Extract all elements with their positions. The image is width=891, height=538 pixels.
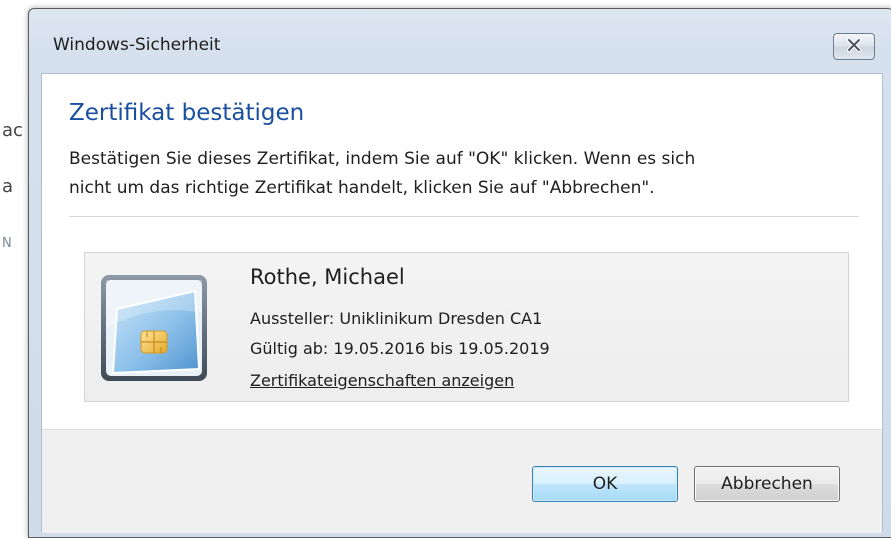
button-bar: OK Abbrechen bbox=[42, 429, 882, 533]
dialog-description: Bestätigen Sie dieses Zertifikat, indem … bbox=[69, 145, 859, 203]
view-certificate-properties-link[interactable]: Zertifikateigenschaften anzeigen bbox=[250, 371, 514, 390]
background-text: N bbox=[2, 236, 12, 251]
background-text: ac bbox=[2, 120, 23, 141]
window-title: Windows-Sicherheit bbox=[53, 35, 221, 55]
dialog-content: Zertifikat bestätigen Bestätigen Sie die… bbox=[41, 73, 883, 533]
certificate-tile[interactable]: Rothe, Michael Aussteller: Uniklinikum D… bbox=[84, 252, 849, 402]
certificate-name: Rothe, Michael bbox=[250, 265, 405, 289]
close-icon bbox=[846, 37, 862, 56]
cancel-button[interactable]: Abbrechen bbox=[694, 466, 840, 502]
smartcard-icon bbox=[99, 273, 209, 383]
separator bbox=[69, 216, 859, 217]
close-button[interactable] bbox=[833, 33, 875, 60]
description-line: nicht um das richtige Zertifikat handelt… bbox=[69, 178, 655, 198]
dialog-heading: Zertifikat bestätigen bbox=[69, 100, 305, 126]
certificate-issuer: Aussteller: Uniklinikum Dresden CA1 bbox=[250, 309, 543, 328]
ok-button[interactable]: OK bbox=[532, 466, 678, 502]
certificate-validity: Gültig ab: 19.05.2016 bis 19.05.2019 bbox=[250, 339, 550, 358]
security-dialog: Windows-Sicherheit Zertifikat bestätigen… bbox=[28, 8, 891, 538]
description-line: Bestätigen Sie dieses Zertifikat, indem … bbox=[69, 149, 696, 169]
background-text: a bbox=[2, 176, 14, 197]
title-bar[interactable]: Windows-Sicherheit bbox=[29, 9, 891, 73]
